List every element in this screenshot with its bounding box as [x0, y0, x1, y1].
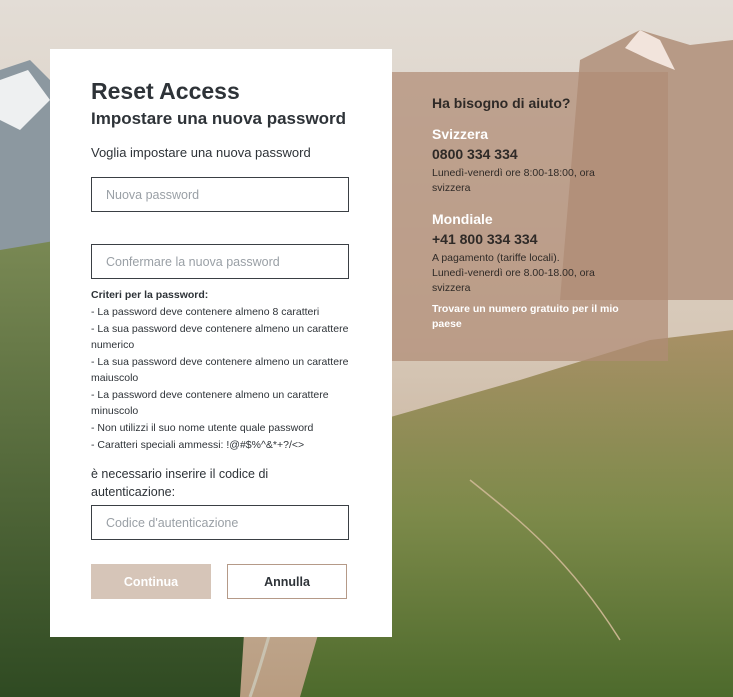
form-actions: Continua Annulla: [91, 564, 351, 599]
auth-code-input[interactable]: [91, 505, 349, 540]
page-subtitle: Impostare una nuova password: [91, 109, 347, 128]
help-panel: Ha bisogno di aiuto? Svizzera 0800 334 3…: [392, 72, 668, 361]
criteria-item: - La sua password deve contenere almeno …: [91, 323, 349, 351]
brand-title: Reset Access: [91, 78, 240, 104]
hours-worldwide: Lunedì-venerdì ore 8.00-18.00, ora svizz…: [432, 267, 595, 294]
instruction-text: Voglia impostare una nuova password: [91, 145, 311, 160]
continue-button[interactable]: Continua: [91, 564, 211, 599]
reset-access-card: Reset Access Impostare una nuova passwor…: [50, 49, 392, 637]
password-criteria-list: - La password deve contenere almeno 8 ca…: [91, 304, 351, 453]
new-password-input[interactable]: [91, 177, 349, 212]
phone-switzerland: 0800 334 334: [432, 146, 518, 162]
free-number-link[interactable]: Trovare un numero gratuito per il mio pa…: [432, 302, 628, 332]
hours-switzerland: Lunedì-venerdì ore 8:00-18:00, ora svizz…: [432, 167, 595, 194]
region-switzerland: Svizzera: [432, 126, 489, 142]
criteria-item: - Caratteri speciali ammessi: !@#$%^&*+?…: [91, 439, 305, 451]
criteria-item: - Non utilizzi il suo nome utente quale …: [91, 422, 314, 434]
auth-code-label: è necessario inserire il codice di auten…: [91, 467, 269, 499]
cancel-button[interactable]: Annulla: [227, 564, 347, 599]
password-criteria-title: Criteri per la password:: [91, 289, 209, 301]
region-worldwide: Mondiale: [432, 211, 493, 227]
criteria-item: - La password deve contenere almeno 8 ca…: [91, 306, 320, 318]
fees-worldwide: A pagamento (tariffe locali).: [432, 252, 560, 264]
phone-worldwide: +41 800 334 334: [432, 231, 538, 247]
help-title: Ha bisogno di aiuto?: [432, 95, 571, 111]
criteria-item: - La password deve contenere almeno un c…: [91, 389, 329, 417]
criteria-item: - La sua password deve contenere almeno …: [91, 356, 349, 384]
confirm-password-input[interactable]: [91, 244, 349, 279]
